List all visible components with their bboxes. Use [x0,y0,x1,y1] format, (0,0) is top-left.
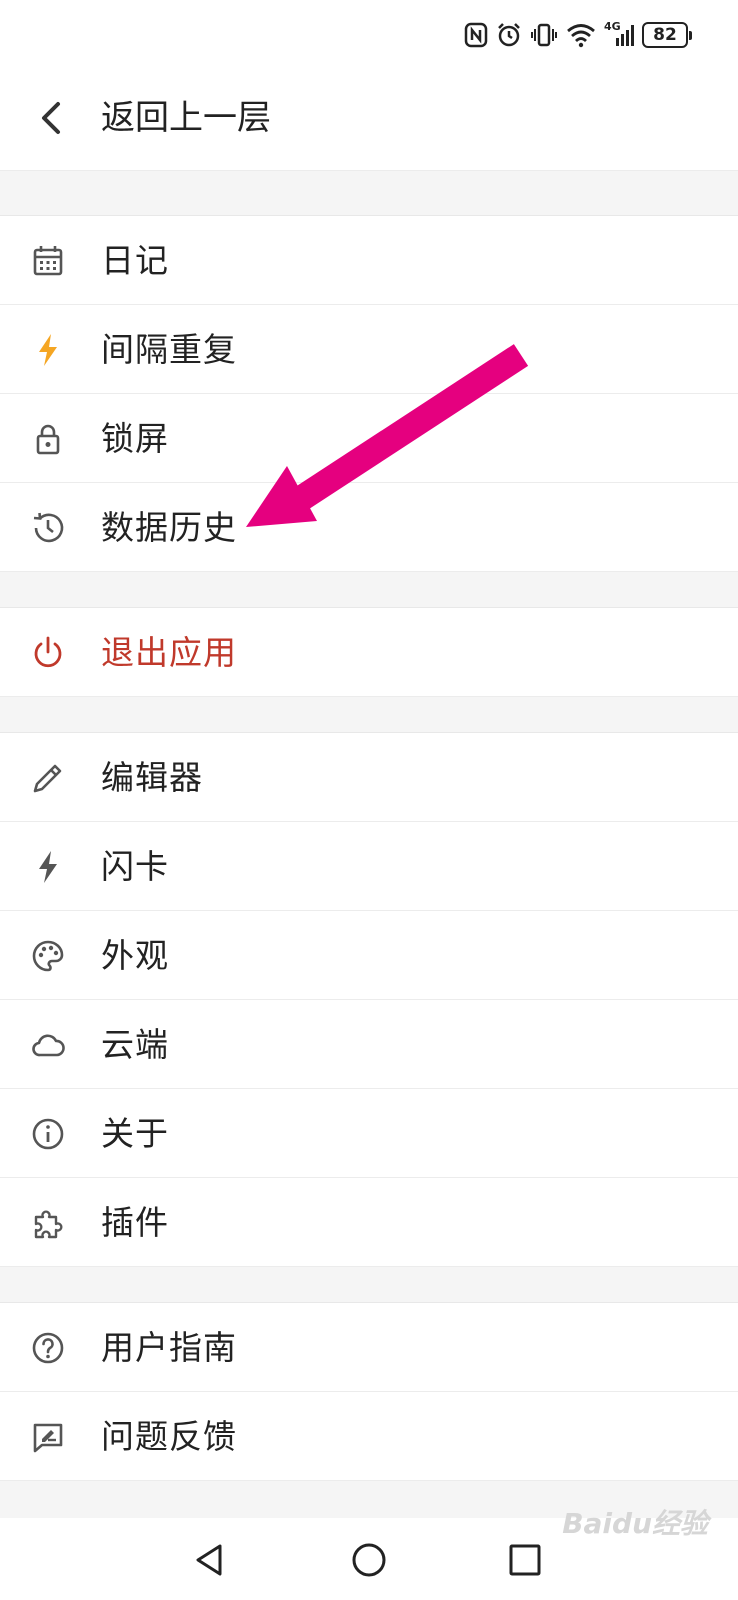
menu-item-label: 关于 [101,1114,169,1153]
back-button[interactable] [32,98,72,138]
puzzle-icon [34,1210,63,1239]
menu-item-label: 云端 [101,1025,169,1064]
vibrate-icon [531,23,557,47]
menu-item-plugins[interactable]: 插件 [0,1178,738,1267]
recents-square-icon [509,1544,541,1576]
menu-item-editor[interactable]: 编辑器 [0,733,738,822]
status-icons: 4G 82 [464,20,692,50]
history-icon [33,512,64,543]
menu-item-cloud[interactable]: 云端 [0,1000,738,1089]
section-gap [0,171,738,216]
help-icon [32,1332,64,1364]
info-icon [32,1118,64,1150]
menu-item-label: 闪卡 [101,847,169,886]
feedback-icon [33,1423,63,1453]
nav-home-button[interactable] [349,1540,389,1580]
menu-item-data-history[interactable]: 数据历史 [0,483,738,572]
pencil-icon [33,764,62,793]
section-gap [0,697,738,733]
lightning-icon [39,334,57,366]
back-label[interactable]: 返回上一层 [101,96,271,140]
header: 返回上一层 [0,68,738,171]
menu-item-flashcards[interactable]: 闪卡 [0,822,738,911]
calendar-icon [33,246,63,276]
power-icon [34,636,62,668]
back-triangle-icon [196,1544,222,1576]
menu-item-label: 外观 [101,936,169,975]
battery-icon: 82 [642,22,692,48]
menu-item-label: 锁屏 [101,419,169,458]
section-gap [0,1267,738,1303]
menu-item-lock-screen[interactable]: 锁屏 [0,394,738,483]
section-gap [0,572,738,608]
palette-icon [32,940,64,972]
watermark: Baidu经验 [562,1507,708,1540]
menu-item-user-guide[interactable]: 用户指南 [0,1303,738,1392]
menu-item-spaced-repetition[interactable]: 间隔重复 [0,305,738,394]
chevron-left-icon [42,102,60,134]
menu-item-label: 日记 [101,241,169,280]
menu-item-about[interactable]: 关于 [0,1089,738,1178]
menu-item-label: 间隔重复 [101,330,237,369]
menu-item-label: 退出应用 [101,633,237,672]
menu-item-appearance[interactable]: 外观 [0,911,738,1000]
flash-icon [39,851,57,883]
nav-back-button[interactable] [190,1540,230,1580]
lock-icon [36,424,60,455]
status-bar: 4G 82 [0,0,738,68]
menu-item-label: 数据历史 [101,508,237,547]
home-circle-icon [352,1543,386,1577]
menu-item-label: 编辑器 [101,758,203,797]
menu-item-exit-app[interactable]: 退出应用 [0,608,738,697]
wifi-icon [567,24,595,48]
menu-item-label: 问题反馈 [101,1417,237,1456]
menu-item-label: 用户指南 [101,1328,237,1367]
alarm-icon [498,23,520,47]
battery-level: 82 [653,25,677,45]
nav-recents-button[interactable] [505,1540,545,1580]
cloud-icon [32,1034,65,1057]
nfc-icon [464,22,488,48]
menu-item-diary[interactable]: 日记 [0,216,738,305]
signal-icon: 4G [604,20,634,48]
menu-item-feedback[interactable]: 问题反馈 [0,1392,738,1481]
menu-item-label: 插件 [101,1203,169,1242]
